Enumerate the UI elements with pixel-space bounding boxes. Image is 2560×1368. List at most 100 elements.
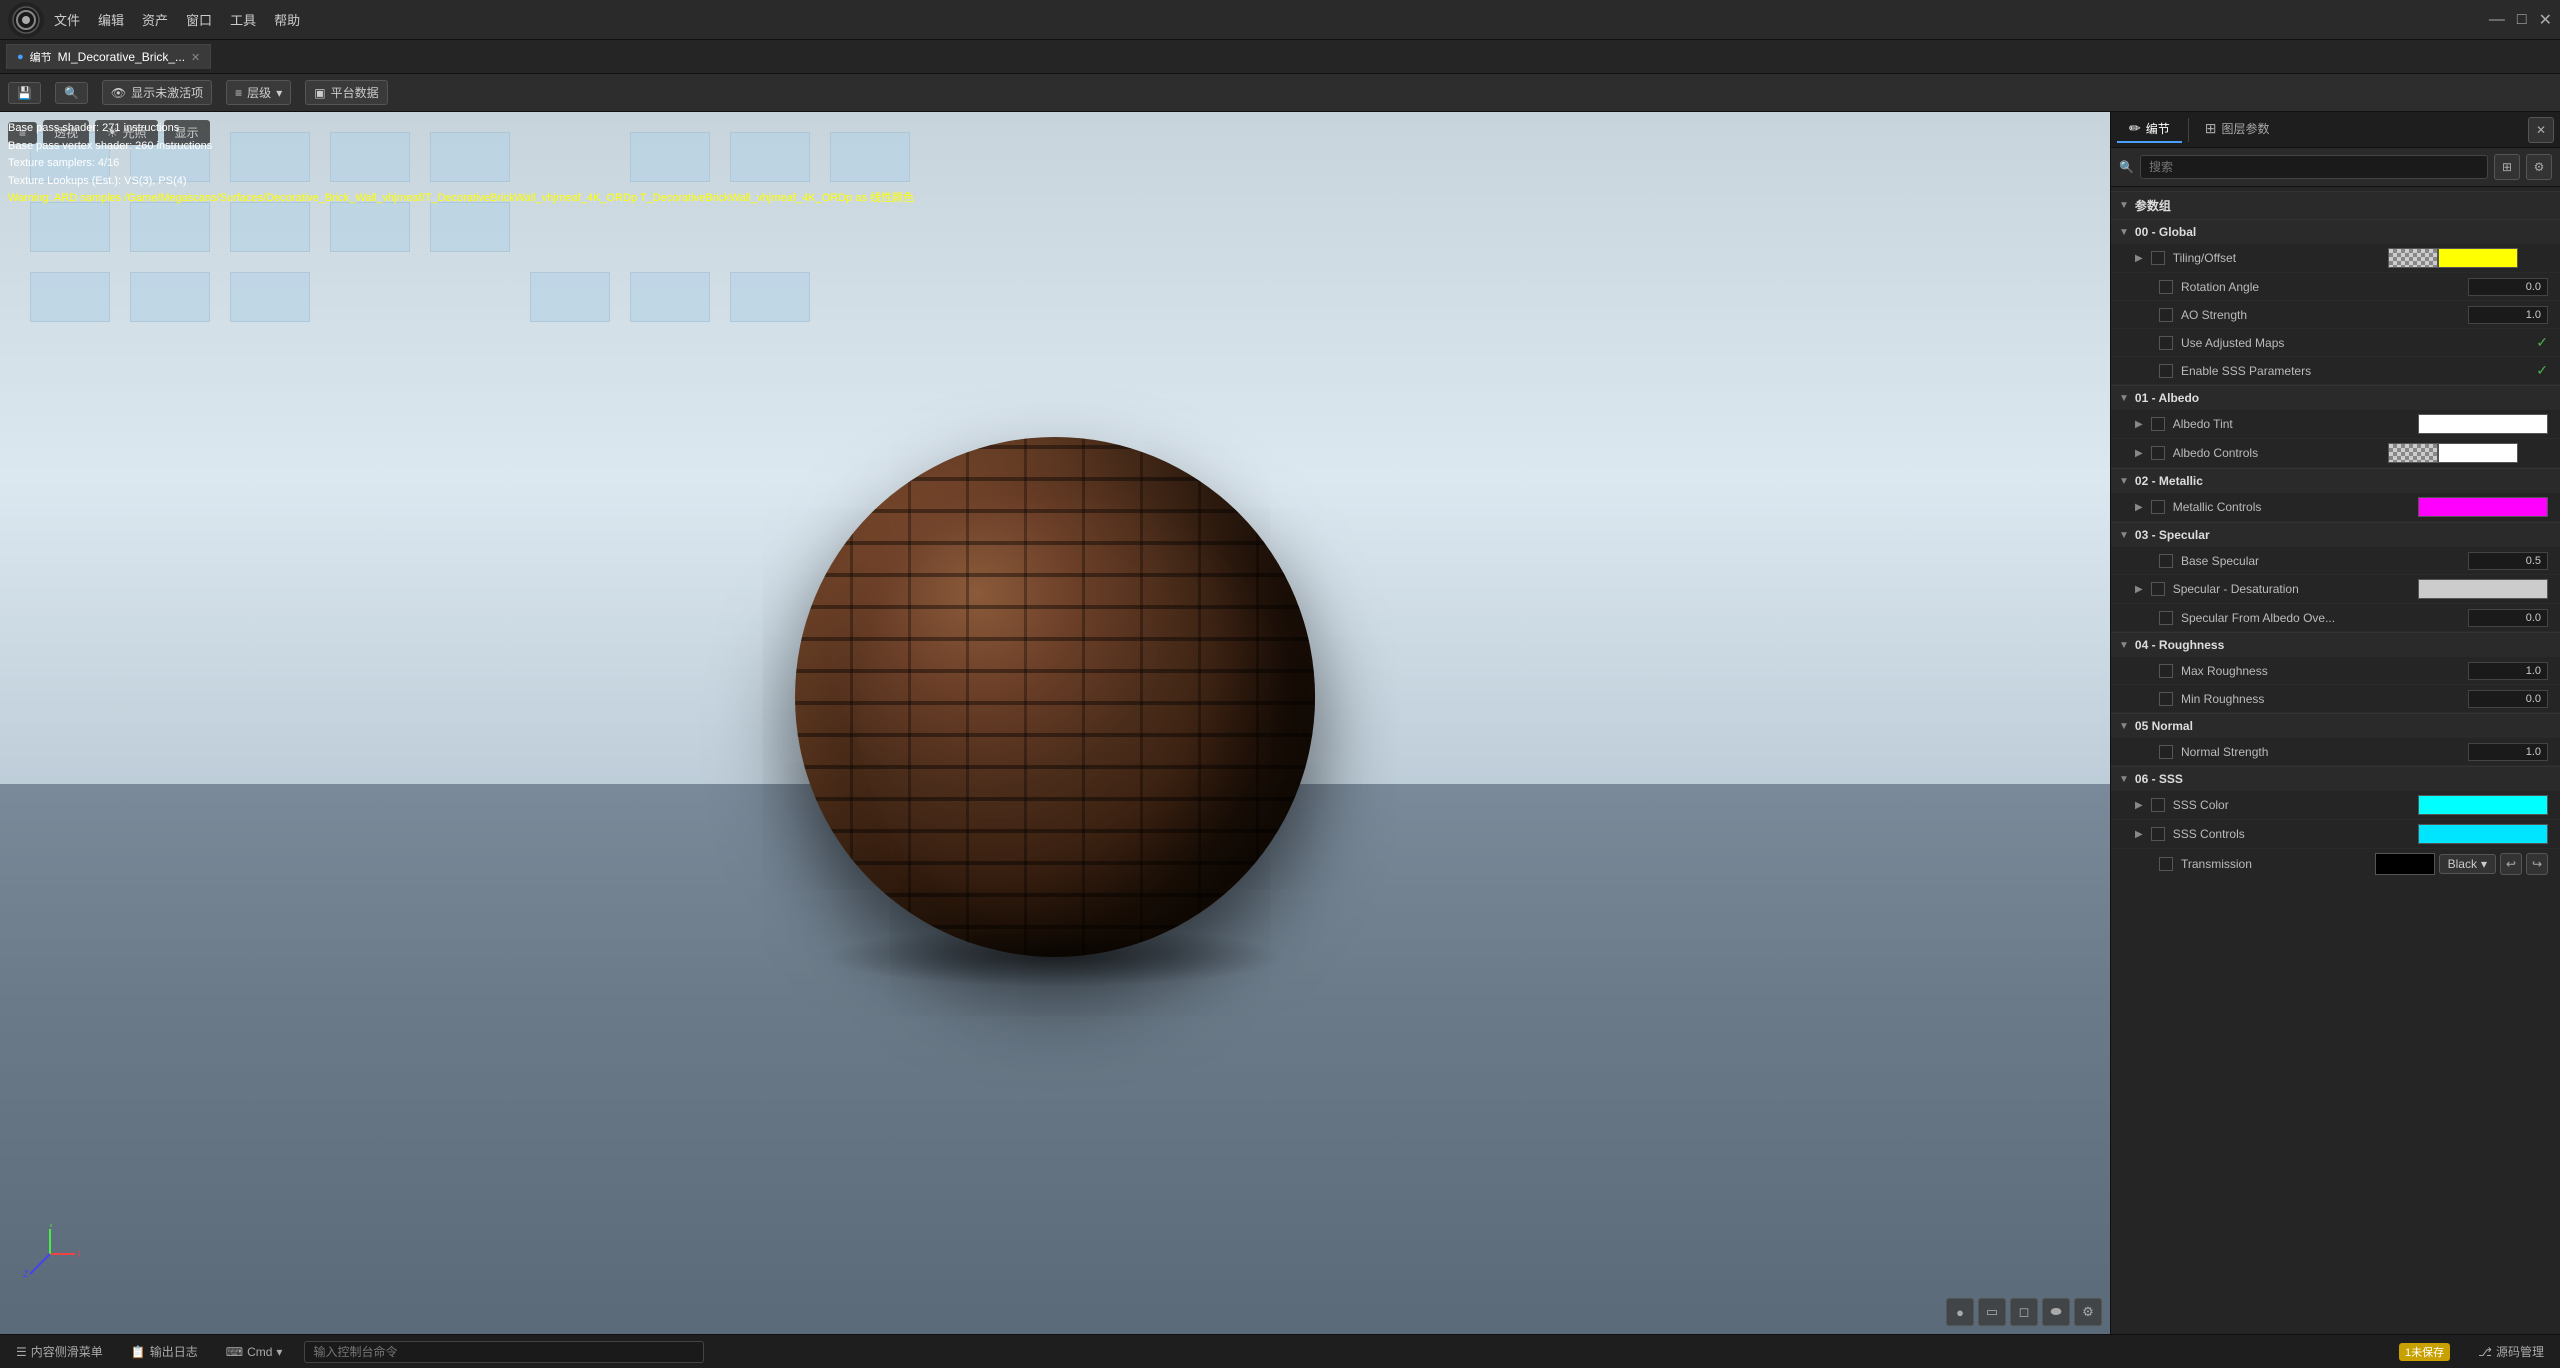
group-roughness-header[interactable]: ▼ 04 - Roughness <box>2111 632 2560 657</box>
metallic-ctrl-swatch[interactable] <box>2418 497 2548 517</box>
specular-desat-swatch[interactable] <box>2418 579 2548 599</box>
ao-checkbox[interactable] <box>2159 308 2173 322</box>
albedo-tint-expand[interactable]: ▶ <box>2135 419 2143 430</box>
menu-assets[interactable]: 资产 <box>142 10 168 29</box>
menu-window[interactable]: 窗口 <box>186 10 212 29</box>
building-window <box>30 202 110 252</box>
settings-btn[interactable]: ⚙ <box>2526 154 2552 180</box>
layers-btn[interactable]: ≡ 层级 ▾ <box>226 80 291 105</box>
group-sss-header[interactable]: ▼ 06 - SSS <box>2111 766 2560 791</box>
display-inactive-btn[interactable]: 👁 显示未激活项 <box>102 80 212 105</box>
unsaved-btn[interactable]: 1未保存 <box>2393 1341 2456 1363</box>
group-global-header[interactable]: ▼ 00 - Global <box>2111 219 2560 244</box>
albedo-tint-checkbox[interactable] <box>2151 417 2165 431</box>
normal-strength-value[interactable] <box>2468 743 2548 761</box>
sss-color-checkbox[interactable] <box>2151 798 2165 812</box>
transmission-dropdown[interactable]: Black ▾ <box>2439 854 2496 874</box>
group-normal-header[interactable]: ▼ 05 Normal <box>2111 713 2560 738</box>
tiling-expand[interactable]: ▶ <box>2135 253 2143 264</box>
albedo-tint-swatch[interactable] <box>2418 414 2548 434</box>
base-specular-checkbox[interactable] <box>2159 554 2173 568</box>
sss-enable-checkbox[interactable] <box>2159 364 2173 378</box>
group-specular-header[interactable]: ▼ 03 - Specular <box>2111 522 2560 547</box>
tiling-checkbox[interactable] <box>2151 251 2165 265</box>
tiling-swatch1[interactable] <box>2388 248 2438 268</box>
metallic-ctrl-expand[interactable]: ▶ <box>2135 502 2143 513</box>
sss-color-expand[interactable]: ▶ <box>2135 800 2143 811</box>
source-control-label: 源码管理 <box>2496 1343 2544 1360</box>
tab-editor[interactable]: ✏ 编节 <box>2117 116 2182 143</box>
specular-desat-checkbox[interactable] <box>2151 582 2165 596</box>
specular-desat-label: Specular - Desaturation <box>2173 582 2410 596</box>
param-transmission: Transmission Black ▾ ↩ ↪ <box>2111 849 2560 879</box>
transmission-redo-btn[interactable]: ↪ <box>2526 853 2548 875</box>
specular-albedo-label: Specular From Albedo Ove... <box>2181 611 2460 625</box>
sss-ctrl-expand[interactable]: ▶ <box>2135 829 2143 840</box>
min-rough-value[interactable] <box>2468 690 2548 708</box>
base-specular-value[interactable] <box>2468 552 2548 570</box>
settings-icon-btn[interactable]: ⚙ <box>2074 1298 2102 1326</box>
menu-help[interactable]: 帮助 <box>274 10 300 29</box>
menu-tools[interactable]: 工具 <box>230 10 256 29</box>
cmd-btn[interactable]: ⌨ Cmd ▾ <box>220 1343 289 1361</box>
sphere-icon-btn[interactable]: ● <box>1946 1298 1974 1326</box>
specular-desat-expand[interactable]: ▶ <box>2135 584 2143 595</box>
output-log-btn[interactable]: 📋 输出日志 <box>125 1341 204 1362</box>
grid-view-btn[interactable]: ⊞ <box>2494 154 2520 180</box>
rotation-checkbox[interactable] <box>2159 280 2173 294</box>
group-metallic-header[interactable]: ▼ 02 - Metallic <box>2111 468 2560 493</box>
albedo-ctrl-swatch2[interactable] <box>2438 443 2518 463</box>
building-window <box>130 272 210 322</box>
param-group-header-main[interactable]: ▼ 参数组 <box>2111 191 2560 219</box>
save-btn[interactable]: 💾 <box>8 82 41 104</box>
sss-color-swatch[interactable] <box>2418 795 2548 815</box>
albedo-ctrl-expand[interactable]: ▶ <box>2135 448 2143 459</box>
menu-file[interactable]: 文件 <box>54 10 80 29</box>
tab-layer-params[interactable]: ⊞ 图层参数 <box>2193 116 2282 143</box>
transmission-checkbox[interactable] <box>2159 857 2173 871</box>
param-specular-desat: ▶ Specular - Desaturation <box>2111 575 2560 604</box>
search-input[interactable] <box>2140 155 2488 179</box>
platform-btn[interactable]: ▣ 平台数据 <box>305 80 387 105</box>
adjusted-checkbox[interactable] <box>2159 336 2173 350</box>
transmission-undo-redo: ↩ ↪ <box>2500 853 2548 875</box>
param-sss-color: ▶ SSS Color <box>2111 791 2560 820</box>
metallic-ctrl-checkbox[interactable] <box>2151 500 2165 514</box>
console-input[interactable] <box>304 1341 704 1363</box>
normal-strength-checkbox[interactable] <box>2159 745 2173 759</box>
cylinder-icon-btn[interactable]: ⬬ <box>2042 1298 2070 1326</box>
content-menu-btn[interactable]: ☰ 内容侧滑菜单 <box>10 1341 109 1362</box>
min-rough-checkbox[interactable] <box>2159 692 2173 706</box>
plane-icon-btn[interactable]: ▭ <box>1978 1298 2006 1326</box>
specular-albedo-checkbox[interactable] <box>2159 611 2173 625</box>
albedo-ctrl-swatch1[interactable] <box>2388 443 2438 463</box>
maximize-btn[interactable]: □ <box>2517 11 2527 29</box>
transmission-swatch[interactable] <box>2375 853 2435 875</box>
albedo-ctrl-checkbox[interactable] <box>2151 446 2165 460</box>
max-rough-value[interactable] <box>2468 662 2548 680</box>
source-control-btn[interactable]: ⎇ 源码管理 <box>2472 1341 2550 1362</box>
find-btn[interactable]: 🔍 <box>55 82 88 104</box>
params-panel[interactable]: ▼ 参数组 ▼ 00 - Global ▶ Tiling/Offset <box>2111 187 2560 1334</box>
ao-value[interactable] <box>2468 306 2548 324</box>
editor-tab[interactable]: ● 编节 MI_Decorative_Brick_... ✕ <box>6 44 211 69</box>
close-btn[interactable]: ✕ <box>2539 10 2552 30</box>
sss-ctrl-swatch[interactable] <box>2418 824 2548 844</box>
main-collapse-arrow: ▼ <box>2119 200 2129 211</box>
group-albedo-header[interactable]: ▼ 01 - Albedo <box>2111 385 2560 410</box>
viewport[interactable]: ≡ 透视 ☀ 光照 显示 Base pass shader: 271 instr… <box>0 112 2110 1334</box>
minimize-btn[interactable]: — <box>2489 11 2505 29</box>
cube-icon-btn[interactable]: ◻ <box>2010 1298 2038 1326</box>
rotation-value[interactable] <box>2468 278 2548 296</box>
tab-close-icon[interactable]: ✕ <box>191 51 200 64</box>
tiling-swatch2[interactable] <box>2438 248 2518 268</box>
transmission-undo-btn[interactable]: ↩ <box>2500 853 2522 875</box>
max-rough-checkbox[interactable] <box>2159 664 2173 678</box>
menu-edit[interactable]: 编辑 <box>98 10 124 29</box>
platform-label: 平台数据 <box>331 84 379 101</box>
sss-ctrl-checkbox[interactable] <box>2151 827 2165 841</box>
transmission-label: Transmission <box>2181 857 2367 871</box>
platform-icon: ▣ <box>314 86 325 100</box>
specular-albedo-value[interactable] <box>2468 609 2548 627</box>
panel-close-btn[interactable]: ✕ <box>2528 117 2554 143</box>
